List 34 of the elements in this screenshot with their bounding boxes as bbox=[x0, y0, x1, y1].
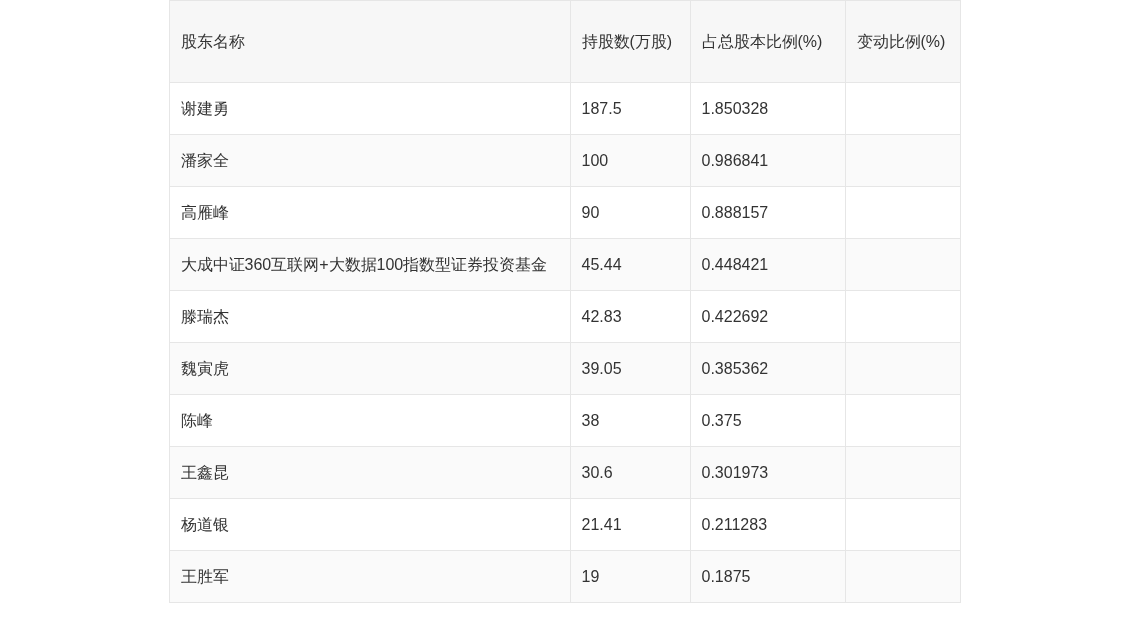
table-cell: 王胜军 bbox=[169, 550, 570, 603]
table-cell: 39.05 bbox=[570, 342, 690, 395]
table-cell: 王鑫昆 bbox=[169, 446, 570, 499]
table-cell: 42.83 bbox=[570, 290, 690, 343]
table-cell: 0.385362 bbox=[690, 342, 845, 395]
table-cell: 陈峰 bbox=[169, 394, 570, 447]
column-header: 持股数(万股) bbox=[570, 0, 690, 83]
table-cell: 魏寅虎 bbox=[169, 342, 570, 395]
table-cell: 30.6 bbox=[570, 446, 690, 499]
table-cell: 45.44 bbox=[570, 238, 690, 291]
table-cell: 100 bbox=[570, 134, 690, 187]
table-cell: 0.986841 bbox=[690, 134, 845, 187]
table-cell: 0.375 bbox=[690, 394, 845, 447]
table-cell: 0.448421 bbox=[690, 238, 845, 291]
table-cell: 21.41 bbox=[570, 498, 690, 551]
table-cell: 1.850328 bbox=[690, 82, 845, 135]
column-header: 占总股本比例(%) bbox=[690, 0, 845, 83]
column-header: 变动比例(%) bbox=[845, 0, 960, 83]
table-cell: 潘家全 bbox=[169, 134, 570, 187]
table-cell: 0.422692 bbox=[690, 290, 845, 343]
table-cell: 0.1875 bbox=[690, 550, 845, 603]
table-cell: 谢建勇 bbox=[169, 82, 570, 135]
table-cell: 0.301973 bbox=[690, 446, 845, 499]
table-cell: 38 bbox=[570, 394, 690, 447]
table-cell: 187.5 bbox=[570, 82, 690, 135]
table-cell: 大成中证360互联网+大数据100指数型证券投资基金 bbox=[169, 238, 570, 291]
column-header: 股东名称 bbox=[169, 0, 570, 83]
table-cell: 90 bbox=[570, 186, 690, 239]
table-cell: 高雁峰 bbox=[169, 186, 570, 239]
table-cell: 杨道银 bbox=[169, 498, 570, 551]
table-cell: 0.888157 bbox=[690, 186, 845, 239]
table-cell: 19 bbox=[570, 550, 690, 603]
table-cell: 滕瑞杰 bbox=[169, 290, 570, 343]
table-cell: 0.211283 bbox=[690, 498, 845, 551]
